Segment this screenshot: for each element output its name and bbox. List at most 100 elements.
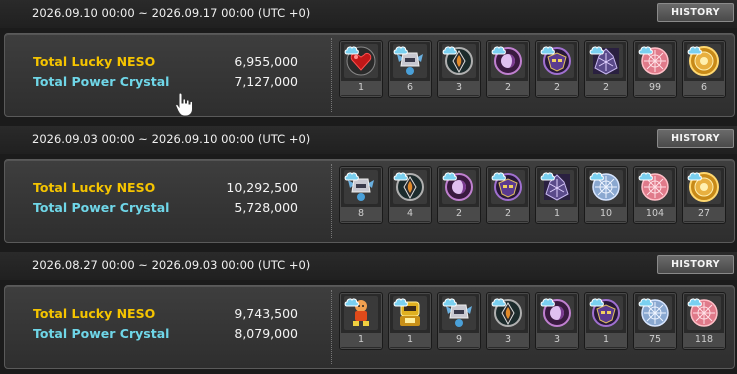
cloud-badge-icon xyxy=(442,46,457,55)
item-count: 10 xyxy=(585,207,627,221)
item-slot[interactable]: 3 xyxy=(535,292,579,350)
history-button[interactable]: HISTORY xyxy=(657,3,734,22)
summary-panel: Total Lucky NESO 6,955,000 Total Power C… xyxy=(4,33,735,117)
item-icon-frame xyxy=(393,170,427,204)
item-icon-frame xyxy=(491,170,525,204)
item-slot[interactable]: 10 xyxy=(584,166,628,224)
item-slot[interactable]: 8 xyxy=(339,166,383,224)
item-icon-frame xyxy=(393,296,427,330)
item-icon-frame xyxy=(393,44,427,78)
item-icon-frame xyxy=(491,296,525,330)
item-icon-frame xyxy=(638,170,672,204)
cloud-badge-icon xyxy=(540,46,555,55)
item-count: 1 xyxy=(585,333,627,347)
cloud-badge-icon xyxy=(344,46,359,55)
history-button[interactable]: HISTORY xyxy=(657,255,734,274)
item-count: 118 xyxy=(683,333,725,347)
item-count: 104 xyxy=(634,207,676,221)
item-count: 75 xyxy=(634,333,676,347)
week-header: 2026.09.03 00:00 ~ 2026.09.10 00:00 (UTC… xyxy=(0,126,737,154)
summary-panel: Total Lucky NESO 10,292,500 Total Power … xyxy=(4,159,735,243)
item-count: 1 xyxy=(536,207,578,221)
lucky-neso-label: Total Lucky NESO xyxy=(33,306,156,321)
totals: Total Lucky NESO 6,955,000 Total Power C… xyxy=(33,54,298,94)
cloud-badge-icon xyxy=(687,46,702,55)
history-button[interactable]: HISTORY xyxy=(657,129,734,148)
power-crystal-value: 8,079,000 xyxy=(234,326,298,341)
item-slot[interactable]: 1 xyxy=(535,166,579,224)
date-range: 2026.08.27 00:00 ~ 2026.09.03 00:00 (UTC… xyxy=(32,258,311,272)
hand-cursor-icon xyxy=(175,92,193,117)
item-slot[interactable]: 1 xyxy=(584,292,628,350)
item-count: 2 xyxy=(487,207,529,221)
item-slot[interactable]: 1 xyxy=(388,292,432,350)
item-count: 8 xyxy=(340,207,382,221)
cloud-badge-icon xyxy=(491,46,506,55)
item-slot[interactable]: 118 xyxy=(682,292,726,350)
item-icon-frame xyxy=(589,170,623,204)
item-count: 4 xyxy=(389,207,431,221)
item-count: 3 xyxy=(438,81,480,95)
date-range: 2026.09.10 00:00 ~ 2026.09.17 00:00 (UTC… xyxy=(32,6,311,20)
item-slot[interactable]: 1 xyxy=(339,292,383,350)
item-count: 2 xyxy=(487,81,529,95)
cloud-badge-icon xyxy=(540,298,555,307)
item-count: 3 xyxy=(536,333,578,347)
item-slot[interactable]: 9 xyxy=(437,292,481,350)
week-header: 2026.09.10 00:00 ~ 2026.09.17 00:00 (UTC… xyxy=(0,0,737,28)
item-slot[interactable]: 3 xyxy=(486,292,530,350)
item-slot[interactable]: 2 xyxy=(486,166,530,224)
cloud-badge-icon xyxy=(540,172,555,181)
cloud-badge-icon xyxy=(589,46,604,55)
cloud-badge-icon xyxy=(442,298,457,307)
cloud-badge-icon xyxy=(344,298,359,307)
lucky-neso-label: Total Lucky NESO xyxy=(33,180,156,195)
item-slot[interactable]: 2 xyxy=(486,40,530,98)
item-count: 6 xyxy=(389,81,431,95)
power-crystal-value: 7,127,000 xyxy=(234,74,298,89)
lucky-neso-value: 9,743,500 xyxy=(234,306,298,321)
cloud-badge-icon xyxy=(344,172,359,181)
item-count: 27 xyxy=(683,207,725,221)
week-section: 2026.08.27 00:00 ~ 2026.09.03 00:00 (UTC… xyxy=(0,252,737,374)
cloud-badge-icon xyxy=(589,172,604,181)
item-slot[interactable]: 2 xyxy=(584,40,628,98)
item-slot[interactable]: 1 xyxy=(339,40,383,98)
power-crystal-label: Total Power Crystal xyxy=(33,74,170,89)
item-icon-frame xyxy=(442,296,476,330)
item-slot[interactable]: 3 xyxy=(437,40,481,98)
divider xyxy=(331,290,332,364)
item-slot[interactable]: 6 xyxy=(682,40,726,98)
item-count: 1 xyxy=(340,333,382,347)
item-count: 3 xyxy=(487,333,529,347)
item-count: 2 xyxy=(536,81,578,95)
item-slot[interactable]: 6 xyxy=(388,40,432,98)
item-count: 2 xyxy=(438,207,480,221)
item-slot[interactable]: 99 xyxy=(633,40,677,98)
item-icon-frame xyxy=(638,44,672,78)
item-slot[interactable]: 27 xyxy=(682,166,726,224)
power-crystal-label: Total Power Crystal xyxy=(33,326,170,341)
item-count: 6 xyxy=(683,81,725,95)
item-slot[interactable]: 2 xyxy=(535,40,579,98)
cloud-badge-icon xyxy=(638,298,653,307)
item-slot[interactable]: 75 xyxy=(633,292,677,350)
date-range: 2026.09.03 00:00 ~ 2026.09.10 00:00 (UTC… xyxy=(32,132,311,146)
item-slot[interactable]: 4 xyxy=(388,166,432,224)
item-slot[interactable]: 2 xyxy=(437,166,481,224)
cloud-badge-icon xyxy=(687,172,702,181)
week-header: 2026.08.27 00:00 ~ 2026.09.03 00:00 (UTC… xyxy=(0,252,737,280)
cloud-badge-icon xyxy=(393,298,408,307)
cloud-badge-icon xyxy=(491,172,506,181)
item-icon-frame xyxy=(491,44,525,78)
item-slot[interactable]: 104 xyxy=(633,166,677,224)
cloud-badge-icon xyxy=(393,46,408,55)
item-icon-frame xyxy=(638,296,672,330)
item-icon-frame xyxy=(540,170,574,204)
item-icon-frame xyxy=(344,170,378,204)
cloud-badge-icon xyxy=(687,298,702,307)
item-count: 2 xyxy=(585,81,627,95)
item-icon-frame xyxy=(687,296,721,330)
cloud-badge-icon xyxy=(491,298,506,307)
divider xyxy=(331,164,332,238)
